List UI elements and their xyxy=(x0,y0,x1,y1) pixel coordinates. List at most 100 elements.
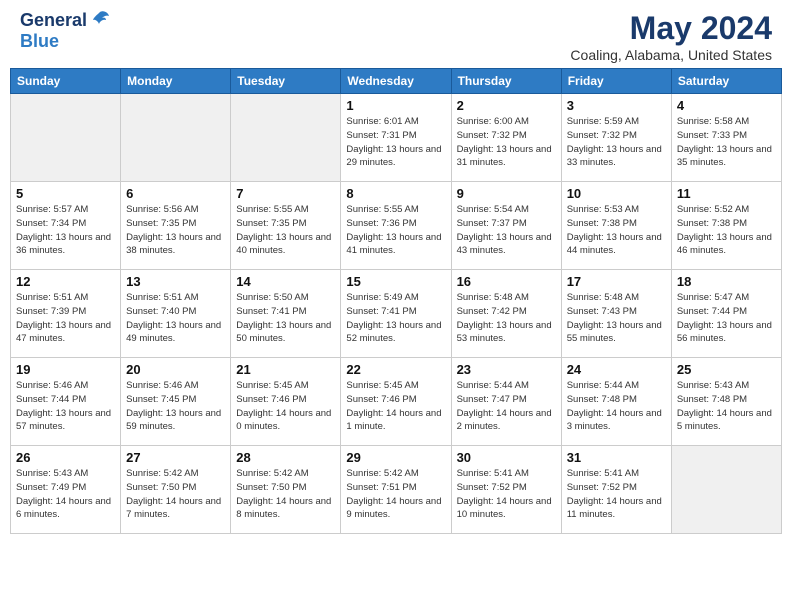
date-cell: 27 Sunrise: 5:42 AM Sunset: 7:50 PM Dayli… xyxy=(121,446,231,534)
date-number: 6 xyxy=(126,186,225,201)
date-number: 27 xyxy=(126,450,225,465)
date-cell xyxy=(121,94,231,182)
date-number: 20 xyxy=(126,362,225,377)
cell-info: Sunrise: 5:44 AM Sunset: 7:47 PM Dayligh… xyxy=(457,379,556,434)
date-number: 13 xyxy=(126,274,225,289)
date-cell: 7Sunrise: 5:55 AM Sunset: 7:35 PM Daylig… xyxy=(231,182,341,270)
cell-info: Sunrise: 5:41 AM Sunset: 7:52 PM Dayligh… xyxy=(457,467,556,522)
cell-info: Sunrise: 5:52 AM Sunset: 7:38 PM Dayligh… xyxy=(677,203,776,258)
date-cell: 17 Sunrise: 5:48 AM Sunset: 7:43 PM Dayli… xyxy=(561,270,671,358)
date-cell: 8Sunrise: 5:55 AM Sunset: 7:36 PM Daylig… xyxy=(341,182,451,270)
header-monday: Monday xyxy=(121,69,231,94)
date-cell: 28 Sunrise: 5:42 AM Sunset: 7:50 PM Dayli… xyxy=(231,446,341,534)
day-headers-row: Sunday Monday Tuesday Wednesday Thursday… xyxy=(11,69,782,94)
week-row-3: 12Sunrise: 5:51 AM Sunset: 7:39 PM Dayli… xyxy=(11,270,782,358)
date-cell: 13Sunrise: 5:51 AM Sunset: 7:40 PM Dayli… xyxy=(121,270,231,358)
cell-info: Sunrise: 5:53 AM Sunset: 7:38 PM Dayligh… xyxy=(567,203,666,258)
cell-info: Sunrise: 5:45 AM Sunset: 7:46 PM Dayligh… xyxy=(236,379,335,434)
date-number: 2 xyxy=(457,98,556,113)
page-container: General Blue May 2024 Coaling, Alabama, … xyxy=(0,0,792,544)
cell-info: Sunrise: 5:43 AM Sunset: 7:48 PM Dayligh… xyxy=(677,379,776,434)
logo-text-blue: Blue xyxy=(20,31,59,51)
date-cell xyxy=(231,94,341,182)
cell-info: Sunrise: 5:58 AM Sunset: 7:33 PM Dayligh… xyxy=(677,115,776,170)
date-number: 14 xyxy=(236,274,335,289)
date-number: 1 xyxy=(346,98,445,113)
date-cell: 18Sunrise: 5:47 AM Sunset: 7:44 PM Dayli… xyxy=(671,270,781,358)
cell-info: Sunrise: 5:48 AM Sunset: 7:43 PM Dayligh… xyxy=(567,291,666,346)
week-row-2: 5 Sunrise: 5:57 AM Sunset: 7:34 PM Daylig… xyxy=(11,182,782,270)
date-cell: 5 Sunrise: 5:57 AM Sunset: 7:34 PM Daylig… xyxy=(11,182,121,270)
date-cell xyxy=(11,94,121,182)
cell-info: Sunrise: 5:44 AM Sunset: 7:48 PM Dayligh… xyxy=(567,379,666,434)
date-cell: 31 Sunrise: 5:41 AM Sunset: 7:52 PM Dayli… xyxy=(561,446,671,534)
date-number: 3 xyxy=(567,98,666,113)
cell-info: Sunrise: 6:01 AM Sunset: 7:31 PM Dayligh… xyxy=(346,115,445,170)
calendar-table: Sunday Monday Tuesday Wednesday Thursday… xyxy=(10,68,782,534)
date-number: 23 xyxy=(457,362,556,377)
logo-bird-icon xyxy=(89,8,111,30)
cell-info: Sunrise: 5:46 AM Sunset: 7:44 PM Dayligh… xyxy=(16,379,115,434)
date-cell: 20 Sunrise: 5:46 AM Sunset: 7:45 PM Dayli… xyxy=(121,358,231,446)
header-saturday: Saturday xyxy=(671,69,781,94)
cell-info: Sunrise: 5:42 AM Sunset: 7:50 PM Dayligh… xyxy=(126,467,225,522)
date-cell: 26 Sunrise: 5:43 AM Sunset: 7:49 PM Dayli… xyxy=(11,446,121,534)
title-area: May 2024 Coaling, Alabama, United States xyxy=(570,10,772,63)
date-cell: 9 Sunrise: 5:54 AM Sunset: 7:37 PM Daylig… xyxy=(451,182,561,270)
date-cell: 16Sunrise: 5:48 AM Sunset: 7:42 PM Dayli… xyxy=(451,270,561,358)
date-cell: 11 Sunrise: 5:52 AM Sunset: 7:38 PM Dayli… xyxy=(671,182,781,270)
date-number: 22 xyxy=(346,362,445,377)
date-cell: 10 Sunrise: 5:53 AM Sunset: 7:38 PM Dayli… xyxy=(561,182,671,270)
logo-text-general: General xyxy=(20,10,87,31)
date-cell: 3 Sunrise: 5:59 AM Sunset: 7:32 PM Daylig… xyxy=(561,94,671,182)
header-friday: Friday xyxy=(561,69,671,94)
date-number: 17 xyxy=(567,274,666,289)
date-number: 10 xyxy=(567,186,666,201)
date-cell: 2 Sunrise: 6:00 AM Sunset: 7:32 PM Daylig… xyxy=(451,94,561,182)
date-cell: 19Sunrise: 5:46 AM Sunset: 7:44 PM Dayli… xyxy=(11,358,121,446)
cell-info: Sunrise: 6:00 AM Sunset: 7:32 PM Dayligh… xyxy=(457,115,556,170)
date-number: 25 xyxy=(677,362,776,377)
cell-info: Sunrise: 5:42 AM Sunset: 7:51 PM Dayligh… xyxy=(346,467,445,522)
page-header: General Blue May 2024 Coaling, Alabama, … xyxy=(0,0,792,68)
cell-info: Sunrise: 5:43 AM Sunset: 7:49 PM Dayligh… xyxy=(16,467,115,522)
main-title: May 2024 xyxy=(570,10,772,47)
date-number: 4 xyxy=(677,98,776,113)
date-number: 11 xyxy=(677,186,776,201)
cell-info: Sunrise: 5:42 AM Sunset: 7:50 PM Dayligh… xyxy=(236,467,335,522)
header-thursday: Thursday xyxy=(451,69,561,94)
header-wednesday: Wednesday xyxy=(341,69,451,94)
cell-info: Sunrise: 5:55 AM Sunset: 7:35 PM Dayligh… xyxy=(236,203,335,258)
cell-info: Sunrise: 5:54 AM Sunset: 7:37 PM Dayligh… xyxy=(457,203,556,258)
cell-info: Sunrise: 5:45 AM Sunset: 7:46 PM Dayligh… xyxy=(346,379,445,434)
cell-info: Sunrise: 5:50 AM Sunset: 7:41 PM Dayligh… xyxy=(236,291,335,346)
date-number: 9 xyxy=(457,186,556,201)
date-number: 5 xyxy=(16,186,115,201)
date-cell: 12Sunrise: 5:51 AM Sunset: 7:39 PM Dayli… xyxy=(11,270,121,358)
cell-info: Sunrise: 5:46 AM Sunset: 7:45 PM Dayligh… xyxy=(126,379,225,434)
date-number: 26 xyxy=(16,450,115,465)
date-number: 31 xyxy=(567,450,666,465)
week-row-1: 1 Sunrise: 6:01 AM Sunset: 7:31 PM Daylig… xyxy=(11,94,782,182)
date-number: 12 xyxy=(16,274,115,289)
cell-info: Sunrise: 5:56 AM Sunset: 7:35 PM Dayligh… xyxy=(126,203,225,258)
date-cell: 14 Sunrise: 5:50 AM Sunset: 7:41 PM Dayli… xyxy=(231,270,341,358)
date-cell: 22 Sunrise: 5:45 AM Sunset: 7:46 PM Dayli… xyxy=(341,358,451,446)
date-number: 29 xyxy=(346,450,445,465)
date-number: 28 xyxy=(236,450,335,465)
date-cell: 21Sunrise: 5:45 AM Sunset: 7:46 PM Dayli… xyxy=(231,358,341,446)
date-cell: 29 Sunrise: 5:42 AM Sunset: 7:51 PM Dayli… xyxy=(341,446,451,534)
header-tuesday: Tuesday xyxy=(231,69,341,94)
cell-info: Sunrise: 5:41 AM Sunset: 7:52 PM Dayligh… xyxy=(567,467,666,522)
date-cell: 30Sunrise: 5:41 AM Sunset: 7:52 PM Dayli… xyxy=(451,446,561,534)
cell-info: Sunrise: 5:49 AM Sunset: 7:41 PM Dayligh… xyxy=(346,291,445,346)
cell-info: Sunrise: 5:48 AM Sunset: 7:42 PM Dayligh… xyxy=(457,291,556,346)
cell-info: Sunrise: 5:57 AM Sunset: 7:34 PM Dayligh… xyxy=(16,203,115,258)
date-cell: 1 Sunrise: 6:01 AM Sunset: 7:31 PM Daylig… xyxy=(341,94,451,182)
date-cell xyxy=(671,446,781,534)
logo: General Blue xyxy=(20,10,111,52)
date-cell: 6 Sunrise: 5:56 AM Sunset: 7:35 PM Daylig… xyxy=(121,182,231,270)
week-row-5: 26 Sunrise: 5:43 AM Sunset: 7:49 PM Dayli… xyxy=(11,446,782,534)
cell-info: Sunrise: 5:59 AM Sunset: 7:32 PM Dayligh… xyxy=(567,115,666,170)
week-row-4: 19Sunrise: 5:46 AM Sunset: 7:44 PM Dayli… xyxy=(11,358,782,446)
